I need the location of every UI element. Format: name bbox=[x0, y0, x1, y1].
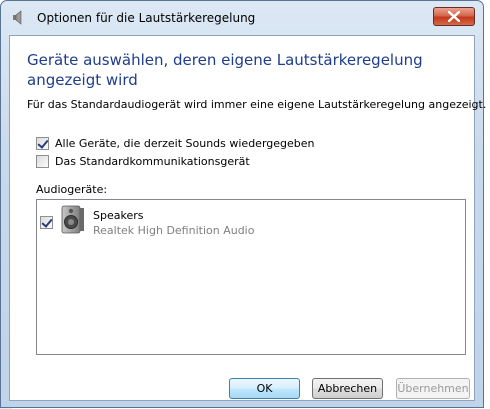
apply-button[interactable]: Übernehmen bbox=[396, 378, 470, 399]
speaker-title-icon bbox=[11, 9, 27, 25]
ok-button[interactable]: OK bbox=[229, 378, 300, 399]
title-bar[interactable]: Optionen für die Lautstärkeregelung bbox=[1, 1, 483, 35]
option-default-communication[interactable]: Das Standardkommunikationsgerät bbox=[36, 155, 250, 168]
speaker-icon bbox=[59, 205, 87, 235]
list-item[interactable]: Speakers Realtek High Definition Audio bbox=[37, 200, 465, 240]
window-title: Optionen für die Lautstärkeregelung bbox=[37, 11, 256, 25]
close-icon bbox=[448, 11, 460, 22]
device-description: Realtek High Definition Audio bbox=[93, 224, 255, 237]
close-button[interactable] bbox=[433, 7, 475, 26]
cancel-button[interactable]: Abbrechen bbox=[312, 378, 383, 399]
dialog-description: Für das Standardaudiogerät wird immer ei… bbox=[27, 98, 487, 111]
all-devices-label[interactable]: Alle Geräte, die derzeit Sounds wiederge… bbox=[55, 137, 315, 150]
default-communication-checkbox[interactable] bbox=[36, 155, 49, 168]
speakers-checkbox[interactable] bbox=[40, 216, 53, 229]
device-name: Speakers bbox=[93, 209, 144, 222]
all-devices-checkbox[interactable] bbox=[36, 137, 49, 150]
audio-devices-label: Audiogeräte: bbox=[36, 183, 108, 196]
option-all-devices[interactable]: Alle Geräte, die derzeit Sounds wiederge… bbox=[36, 137, 315, 150]
dialog-heading: Geräte auswählen, deren eigene Lautstärk… bbox=[27, 51, 423, 89]
default-communication-label[interactable]: Das Standardkommunikationsgerät bbox=[55, 155, 250, 168]
audio-devices-list[interactable]: Speakers Realtek High Definition Audio bbox=[36, 199, 466, 355]
